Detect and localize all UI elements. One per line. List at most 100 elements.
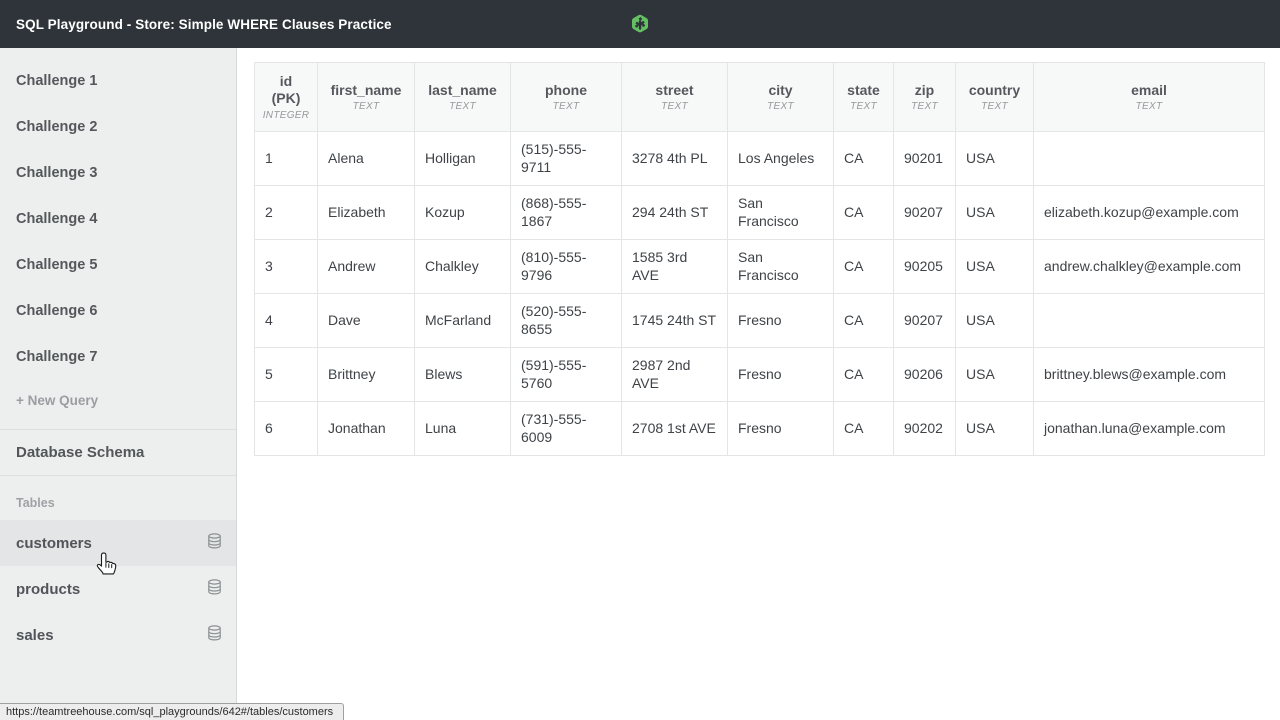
table-cell: Alena bbox=[318, 132, 415, 186]
column-header-id-pk-: id (PK)INTEGER bbox=[255, 63, 318, 132]
column-type: TEXT bbox=[1038, 101, 1260, 112]
table-cell: Andrew bbox=[318, 240, 415, 294]
column-name: state bbox=[838, 82, 889, 99]
table-cell: Fresno bbox=[728, 402, 834, 456]
table-cell: 3278 4th PL bbox=[622, 132, 728, 186]
table-cell: Fresno bbox=[728, 294, 834, 348]
database-icon bbox=[207, 579, 222, 599]
column-type: TEXT bbox=[515, 101, 617, 112]
sidebar-table-customers[interactable]: customers bbox=[0, 520, 236, 566]
table-cell: USA bbox=[956, 132, 1034, 186]
table-cell: Luna bbox=[415, 402, 511, 456]
column-name: email bbox=[1038, 82, 1260, 99]
column-name: city bbox=[732, 82, 829, 99]
table-cell: Los Angeles bbox=[728, 132, 834, 186]
table-cell: 90202 bbox=[894, 402, 956, 456]
sidebar-item-challenge-3[interactable]: Challenge 3 bbox=[0, 150, 236, 196]
column-header-first-name: first_name TEXT bbox=[318, 63, 415, 132]
column-name: street bbox=[626, 82, 723, 99]
table-cell: 90206 bbox=[894, 348, 956, 402]
url-status-bar: https://teamtreehouse.com/sql_playground… bbox=[0, 703, 344, 720]
column-name: first_name bbox=[322, 82, 410, 99]
sidebar-item-challenge-2[interactable]: Challenge 2 bbox=[0, 104, 236, 150]
challenge-list: Challenge 1Challenge 2Challenge 3Challen… bbox=[0, 48, 236, 380]
column-name: country bbox=[960, 82, 1029, 99]
column-header-state: state TEXT bbox=[834, 63, 894, 132]
column-type: TEXT bbox=[898, 101, 951, 112]
table-cell bbox=[1034, 132, 1265, 186]
table-cell: CA bbox=[834, 402, 894, 456]
column-name: phone bbox=[515, 82, 617, 99]
sidebar: Challenge 1Challenge 2Challenge 3Challen… bbox=[0, 48, 237, 720]
table-name-label: sales bbox=[16, 627, 54, 644]
table-cell: 90201 bbox=[894, 132, 956, 186]
table-cell: USA bbox=[956, 186, 1034, 240]
table-cell: Jonathan bbox=[318, 402, 415, 456]
column-type: TEXT bbox=[626, 101, 723, 112]
sidebar-item-challenge-5[interactable]: Challenge 5 bbox=[0, 242, 236, 288]
sidebar-table-sales[interactable]: sales bbox=[0, 612, 236, 658]
database-icon bbox=[207, 625, 222, 645]
column-name: last_name bbox=[419, 82, 506, 99]
table-row: 4DaveMcFarland(520)-555-86551745 24th ST… bbox=[255, 294, 1265, 348]
table-cell: CA bbox=[834, 132, 894, 186]
treehouse-logo-icon bbox=[630, 14, 650, 34]
column-type: TEXT bbox=[732, 101, 829, 112]
table-cell: 2 bbox=[255, 186, 318, 240]
column-header-city: city TEXT bbox=[728, 63, 834, 132]
column-header-last-name: last_name TEXT bbox=[415, 63, 511, 132]
table-cell: Holligan bbox=[415, 132, 511, 186]
table-cell: USA bbox=[956, 402, 1034, 456]
table-cell: andrew.chalkley@example.com bbox=[1034, 240, 1265, 294]
table-cell: (520)-555-8655 bbox=[511, 294, 622, 348]
table-cell: 6 bbox=[255, 402, 318, 456]
app-title: SQL Playground - Store: Simple WHERE Cla… bbox=[0, 17, 392, 32]
column-header-email: email TEXT bbox=[1034, 63, 1265, 132]
table-cell bbox=[1034, 294, 1265, 348]
sidebar-item-challenge-1[interactable]: Challenge 1 bbox=[0, 58, 236, 104]
table-cell: 5 bbox=[255, 348, 318, 402]
table-cell: Chalkley bbox=[415, 240, 511, 294]
table-cell: 3 bbox=[255, 240, 318, 294]
customers-data-table: id (PK)INTEGERfirst_name TEXT last_name TEX… bbox=[254, 62, 1265, 456]
table-cell: (515)-555-9711 bbox=[511, 132, 622, 186]
sidebar-table-products[interactable]: products bbox=[0, 566, 236, 612]
tables-section-label: Tables bbox=[16, 496, 236, 510]
database-schema-header[interactable]: Database Schema bbox=[0, 430, 236, 475]
table-cell: Blews bbox=[415, 348, 511, 402]
tables-list: customers products sales bbox=[0, 520, 236, 658]
table-cell: (810)-555-9796 bbox=[511, 240, 622, 294]
table-cell: Elizabeth bbox=[318, 186, 415, 240]
sidebar-item-challenge-7[interactable]: Challenge 7 bbox=[0, 334, 236, 380]
table-cell: 2987 2nd AVE bbox=[622, 348, 728, 402]
main-content: id (PK)INTEGERfirst_name TEXT last_name TEX… bbox=[237, 48, 1280, 720]
table-cell: Brittney bbox=[318, 348, 415, 402]
column-type: TEXT bbox=[419, 101, 506, 112]
column-type: TEXT bbox=[838, 101, 889, 112]
table-cell: McFarland bbox=[415, 294, 511, 348]
table-cell: brittney.blews@example.com bbox=[1034, 348, 1265, 402]
sidebar-item-challenge-4[interactable]: Challenge 4 bbox=[0, 196, 236, 242]
table-row: 5BrittneyBlews(591)-555-57602987 2nd AVE… bbox=[255, 348, 1265, 402]
column-name: id (PK) bbox=[270, 73, 302, 107]
app-header: SQL Playground - Store: Simple WHERE Cla… bbox=[0, 0, 1280, 48]
table-cell: elizabeth.kozup@example.com bbox=[1034, 186, 1265, 240]
table-row: 3AndrewChalkley(810)-555-97961585 3rd AV… bbox=[255, 240, 1265, 294]
sidebar-item-challenge-6[interactable]: Challenge 6 bbox=[0, 288, 236, 334]
table-name-label: products bbox=[16, 581, 80, 598]
column-type: TEXT bbox=[322, 101, 410, 112]
new-query-button[interactable]: + New Query bbox=[0, 380, 236, 420]
table-row: 1AlenaHolligan(515)-555-97113278 4th PLL… bbox=[255, 132, 1265, 186]
table-cell: San Francisco bbox=[728, 186, 834, 240]
main-layout: Challenge 1Challenge 2Challenge 3Challen… bbox=[0, 48, 1280, 720]
column-header-zip: zipTEXT bbox=[894, 63, 956, 132]
sidebar-divider bbox=[0, 475, 236, 476]
table-cell: 1745 24th ST bbox=[622, 294, 728, 348]
table-cell: 4 bbox=[255, 294, 318, 348]
column-header-country: countryTEXT bbox=[956, 63, 1034, 132]
database-icon bbox=[207, 533, 222, 553]
table-cell: CA bbox=[834, 240, 894, 294]
table-cell: (868)-555-1867 bbox=[511, 186, 622, 240]
table-row: 6JonathanLuna(731)-555-60092708 1st AVEF… bbox=[255, 402, 1265, 456]
table-cell: jonathan.luna@example.com bbox=[1034, 402, 1265, 456]
